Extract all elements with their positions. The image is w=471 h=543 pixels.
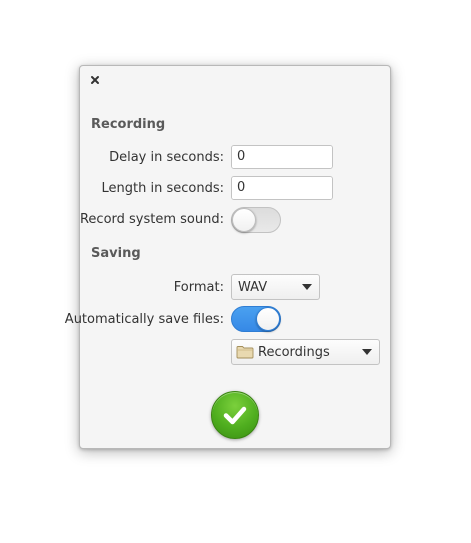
system-sound-label: Record system sound: — [79, 212, 224, 227]
auto-save-label: Automatically save files: — [64, 312, 224, 327]
length-input[interactable] — [232, 177, 332, 199]
folder-chooser[interactable]: Recordings — [231, 339, 380, 365]
format-dropdown[interactable]: WAV — [231, 274, 320, 300]
length-label: Length in seconds: — [101, 181, 224, 196]
chevron-down-icon — [362, 349, 372, 355]
settings-dialog: Recording Delay in seconds: Length in se… — [65, 65, 391, 449]
length-spinbutton — [231, 176, 333, 200]
system-sound-switch[interactable] — [231, 207, 281, 233]
auto-save-switch[interactable] — [231, 306, 281, 332]
delay-label: Delay in seconds: — [109, 150, 224, 165]
format-selected-value: WAV — [238, 279, 268, 295]
switch-knob — [256, 307, 280, 331]
recording-section-title: Recording — [91, 117, 166, 132]
format-label: Format: — [173, 280, 224, 295]
apply-button[interactable] — [211, 391, 259, 439]
checkmark-icon — [223, 406, 247, 425]
close-icon — [91, 76, 99, 84]
delay-spinbutton — [231, 145, 333, 169]
delay-input[interactable] — [232, 146, 332, 168]
close-button[interactable] — [88, 73, 102, 87]
saving-section-title: Saving — [91, 246, 141, 261]
chevron-down-icon — [302, 284, 312, 290]
folder-icon — [236, 346, 254, 359]
folder-selected-value: Recordings — [258, 344, 330, 360]
switch-knob — [232, 208, 256, 232]
